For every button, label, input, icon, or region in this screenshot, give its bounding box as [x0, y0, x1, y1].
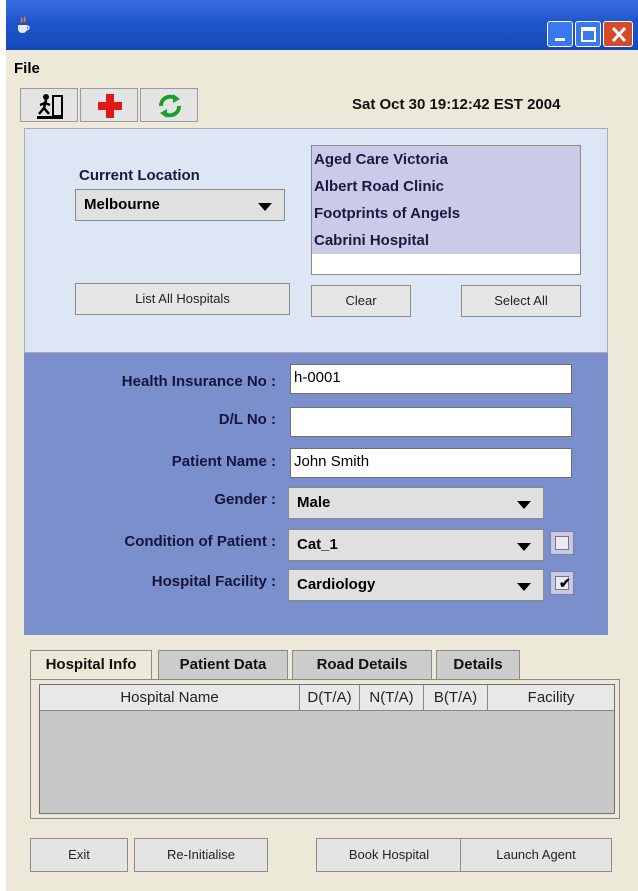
refresh-icon	[159, 94, 181, 118]
launch-agent-button[interactable]: Launch Agent	[460, 838, 612, 872]
facility-label: Hospital Facility :	[151, 573, 276, 590]
gender-select[interactable]: Male	[288, 487, 544, 519]
menu-file[interactable]: File	[14, 60, 40, 77]
hospital-list-item[interactable]: Albert Road Clinic	[312, 173, 580, 200]
facility-checkbox[interactable]: ✔	[550, 571, 574, 595]
gender-label: Gender :	[214, 491, 276, 508]
refresh-tool-button[interactable]	[140, 88, 198, 122]
patient-panel: Health Insurance No : h-0001 D/L No : Pa…	[24, 353, 608, 635]
check-icon: ✔	[559, 575, 571, 591]
column-header-facility[interactable]: Facility	[488, 685, 614, 711]
hospital-info-panel: Hospital Name D(T/A) N(T/A) B(T/A) Facil…	[30, 679, 620, 819]
location-panel: Current Location Melbourne Aged Care Vic…	[24, 128, 608, 353]
tab-hospital-info[interactable]: Hospital Info	[30, 650, 152, 680]
condition-label: Condition of Patient :	[124, 533, 276, 550]
hospital-tool-button[interactable]	[80, 88, 138, 122]
dl-number-label: D/L No :	[218, 411, 276, 428]
dl-number-field[interactable]	[290, 407, 572, 437]
current-datetime: Sat Oct 30 19:12:42 EST 2004	[352, 96, 561, 113]
column-header-hospital-name[interactable]: Hospital Name	[40, 685, 300, 711]
health-insurance-label: Health Insurance No :	[121, 373, 276, 390]
exit-button[interactable]: Exit	[30, 838, 128, 872]
java-cup-icon	[14, 16, 32, 34]
chevron-down-icon	[258, 203, 272, 211]
list-all-hospitals-button[interactable]: List All Hospitals	[75, 283, 290, 315]
column-header-n[interactable]: N(T/A)	[360, 685, 424, 711]
condition-checkbox[interactable]	[550, 531, 574, 555]
select-all-button[interactable]: Select All	[461, 285, 581, 317]
clear-button[interactable]: Clear	[311, 285, 411, 317]
minimize-button[interactable]	[547, 21, 573, 47]
hospital-table[interactable]: Hospital Name D(T/A) N(T/A) B(T/A) Facil…	[39, 684, 615, 814]
patient-name-field[interactable]: John Smith	[290, 448, 572, 478]
table-header: Hospital Name D(T/A) N(T/A) B(T/A) Facil…	[40, 685, 614, 711]
menu-bar: File	[6, 52, 638, 84]
column-header-d[interactable]: D(T/A)	[300, 685, 360, 711]
tab-bar: Hospital Info Patient Data Road Details …	[30, 650, 630, 680]
book-hospital-button[interactable]: Book Hospital	[316, 838, 462, 872]
reinitialise-button[interactable]: Re-Initialise	[134, 838, 268, 872]
health-insurance-field[interactable]: h-0001	[290, 364, 572, 394]
facility-value: Cardiology	[297, 576, 376, 593]
chevron-down-icon	[517, 583, 531, 591]
facility-select[interactable]: Cardiology	[288, 569, 544, 601]
condition-value: Cat_1	[297, 536, 338, 553]
gender-value: Male	[297, 494, 331, 511]
exit-person-icon	[37, 94, 63, 119]
checkbox-box: ✔	[555, 575, 571, 591]
hospital-list-item[interactable]: Aged Care Victoria	[312, 146, 580, 173]
current-location-label: Current Location	[79, 167, 200, 184]
chevron-down-icon	[517, 543, 531, 551]
checkbox-box	[555, 536, 569, 550]
maximize-button[interactable]	[575, 21, 601, 47]
close-button[interactable]	[603, 21, 633, 47]
hospital-list-item[interactable]: Cabrini Hospital	[312, 227, 580, 254]
title-bar[interactable]	[6, 0, 638, 50]
hospital-list[interactable]: Aged Care Victoria Albert Road Clinic Fo…	[311, 145, 581, 275]
chevron-down-icon	[517, 501, 531, 509]
patient-name-label: Patient Name :	[171, 453, 276, 470]
tab-patient-data[interactable]: Patient Data	[158, 650, 288, 679]
hospital-list-item[interactable]: Footprints of Angels	[312, 200, 580, 227]
current-location-select[interactable]: Melbourne	[75, 189, 285, 221]
toolbar: Sat Oct 30 19:12:42 EST 2004	[6, 86, 638, 124]
tab-details[interactable]: Details	[436, 650, 520, 679]
tab-road-details[interactable]: Road Details	[292, 650, 432, 679]
red-cross-icon	[98, 94, 122, 118]
application-window: File Sat Oct 30 19:12:42 EST 2004 Curren…	[6, 0, 638, 891]
current-location-value: Melbourne	[84, 196, 160, 213]
exit-tool-button[interactable]	[20, 88, 78, 122]
column-header-b[interactable]: B(T/A)	[424, 685, 488, 711]
condition-select[interactable]: Cat_1	[288, 529, 544, 561]
